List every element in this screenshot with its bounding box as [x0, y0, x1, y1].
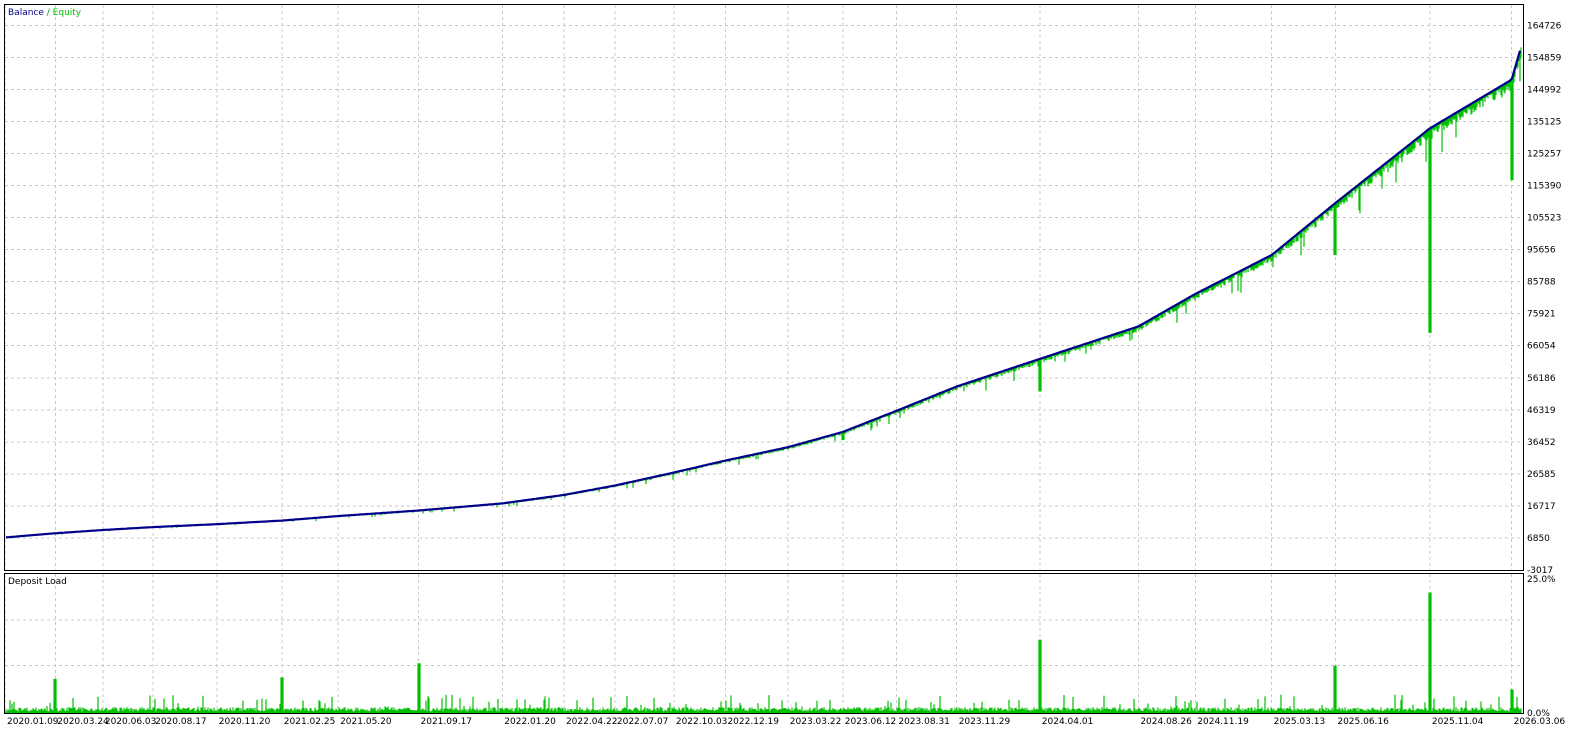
deposit-load-max-label: 25.0% [1527, 575, 1556, 585]
deposit-load-grid [4, 574, 1523, 713]
y-tick-label: 16717 [1527, 502, 1556, 512]
deposit-load-frame [4, 573, 1524, 714]
y-tick-label: 144992 [1527, 85, 1561, 95]
x-tick-label: 2020.08.17 [155, 717, 207, 727]
y-tick-label: 95656 [1527, 246, 1556, 256]
y-tick-label: 85788 [1527, 278, 1556, 288]
main-grid [4, 5, 1523, 570]
legend-equity: Equity [53, 8, 82, 18]
y-tick-label: 135125 [1527, 117, 1561, 127]
y-tick-label: 75921 [1527, 310, 1556, 320]
x-tick-label: 2022.01.20 [504, 717, 556, 727]
x-tick-label: 2023.03.22 [790, 717, 842, 727]
y-tick-label: 26585 [1527, 470, 1556, 480]
y-axis-labels: 164726 154859 144992 135125 125257 115390 1055… [1527, 21, 1562, 576]
deposit-load-y-axis-labels: 25.0%0.0% [1527, 575, 1556, 719]
x-tick-label: 2026.03.06 [1514, 717, 1566, 727]
x-tick-label: 2021.05.20 [340, 717, 392, 727]
x-tick-label: 2022.07.07 [617, 717, 669, 727]
y-tick-label: 66054 [1527, 342, 1556, 352]
balance-series [5, 50, 1522, 539]
legend-balance: Balance [8, 8, 44, 18]
x-tick-label: 2025.03.13 [1274, 717, 1326, 727]
y-tick-label: 125257 [1527, 150, 1561, 160]
y-tick-label: 154859 [1527, 53, 1562, 63]
x-tick-label: 2023.08.31 [898, 717, 950, 727]
x-tick-label: 2022.10.03 [676, 717, 728, 727]
x-tick-label: 2022.04.22 [566, 717, 618, 727]
y-tick-label: 115390 [1527, 182, 1562, 192]
x-tick-label: 2020.11.20 [219, 717, 271, 727]
x-tick-label: 2025.06.16 [1337, 717, 1389, 727]
x-tick-label: 2024.11.19 [1197, 717, 1249, 727]
x-tick-label: 2025.11.04 [1432, 717, 1484, 727]
balance-line [5, 50, 1522, 539]
x-tick-label: 2020.01.09 [7, 717, 59, 727]
deposit-load-title: Deposit Load [8, 577, 67, 587]
x-tick-label: 2021.09.17 [421, 717, 473, 727]
x-tick-label: 2022.12.19 [727, 717, 779, 727]
equity-line [5, 47, 1522, 539]
y-tick-label: 36452 [1527, 438, 1556, 448]
y-tick-label: 6850 [1527, 534, 1550, 544]
y-tick-label: 105523 [1527, 214, 1561, 224]
x-tick-label: 2020.03.24 [57, 717, 109, 727]
x-tick-label: 2024.04.01 [1042, 717, 1094, 727]
equity-series [5, 47, 1522, 539]
x-tick-label: 2023.11.29 [959, 717, 1011, 727]
legend-separator: / [44, 8, 53, 18]
x-axis-labels: 2020.01.092020.03.242020.06.032020.08.17… [7, 717, 1565, 727]
balance-equity-chart: 164726 154859 144992 135125 125257 115390 1055… [4, 4, 1565, 727]
deposit-load-bars [5, 592, 1522, 713]
y-tick-label: 46319 [1527, 406, 1556, 416]
x-tick-label: 2021.02.25 [284, 717, 336, 727]
x-tick-label: 2023.06.12 [845, 717, 897, 727]
legend: Balance / Equity [8, 8, 82, 18]
x-tick-label: 2024.08.26 [1140, 717, 1192, 727]
x-tick-label: 2020.06.03 [105, 717, 157, 727]
y-tick-label: 56186 [1527, 374, 1556, 384]
deposit-load-series [5, 592, 1522, 713]
y-tick-label: 164726 [1527, 21, 1562, 31]
